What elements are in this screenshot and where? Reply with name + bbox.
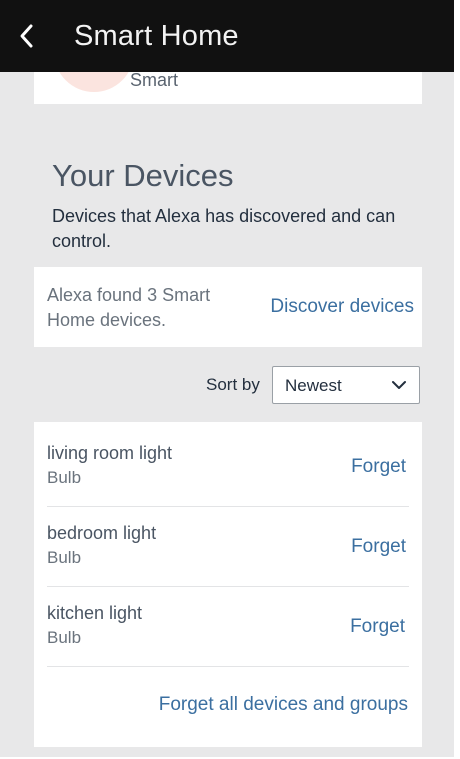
- device-type: Bulb: [47, 628, 82, 647]
- forget-device-link[interactable]: Forget: [350, 616, 405, 638]
- sort-by-label: Sort by: [206, 375, 260, 394]
- forget-device-link[interactable]: Forget: [351, 456, 406, 478]
- your-devices-heading: Your Devices: [52, 158, 234, 193]
- devices-list-card: living room light Bulb Forget bedroom li…: [34, 422, 422, 747]
- your-devices-description: Devices that Alexa has discovered and ca…: [52, 206, 396, 251]
- chevron-left-icon: [20, 24, 33, 48]
- chevron-down-icon: [392, 381, 406, 389]
- forget-device-link[interactable]: Forget: [351, 536, 406, 558]
- discovery-card: Alexa found 3 Smart Home devices. Discov…: [34, 267, 422, 347]
- partial-card-label: Smart: [130, 70, 179, 90]
- sort-row: Sort by Newest: [0, 366, 454, 406]
- device-name: kitchen light: [47, 603, 143, 623]
- back-button[interactable]: [0, 0, 54, 72]
- top-bar: Smart Home: [0, 0, 454, 72]
- sort-selected-value: Newest: [285, 376, 342, 395]
- found-devices-text: Alexa found 3 Smart Home devices.: [47, 285, 211, 330]
- device-name: bedroom light: [47, 523, 157, 543]
- device-row: bedroom light Bulb Forget: [47, 506, 409, 587]
- smart-home-screen: Smart Smart Home Your Devices Devices th…: [0, 0, 454, 757]
- device-type: Bulb: [47, 548, 82, 567]
- device-row: kitchen light Bulb Forget: [47, 586, 409, 667]
- device-name: living room light: [47, 443, 173, 463]
- page-title: Smart Home: [74, 19, 239, 52]
- device-type: Bulb: [47, 468, 82, 487]
- forget-all-link[interactable]: Forget all devices and groups: [159, 694, 408, 716]
- discover-devices-link[interactable]: Discover devices: [270, 296, 414, 318]
- device-row: living room light Bulb Forget: [47, 426, 409, 507]
- sort-select[interactable]: Newest: [272, 366, 420, 404]
